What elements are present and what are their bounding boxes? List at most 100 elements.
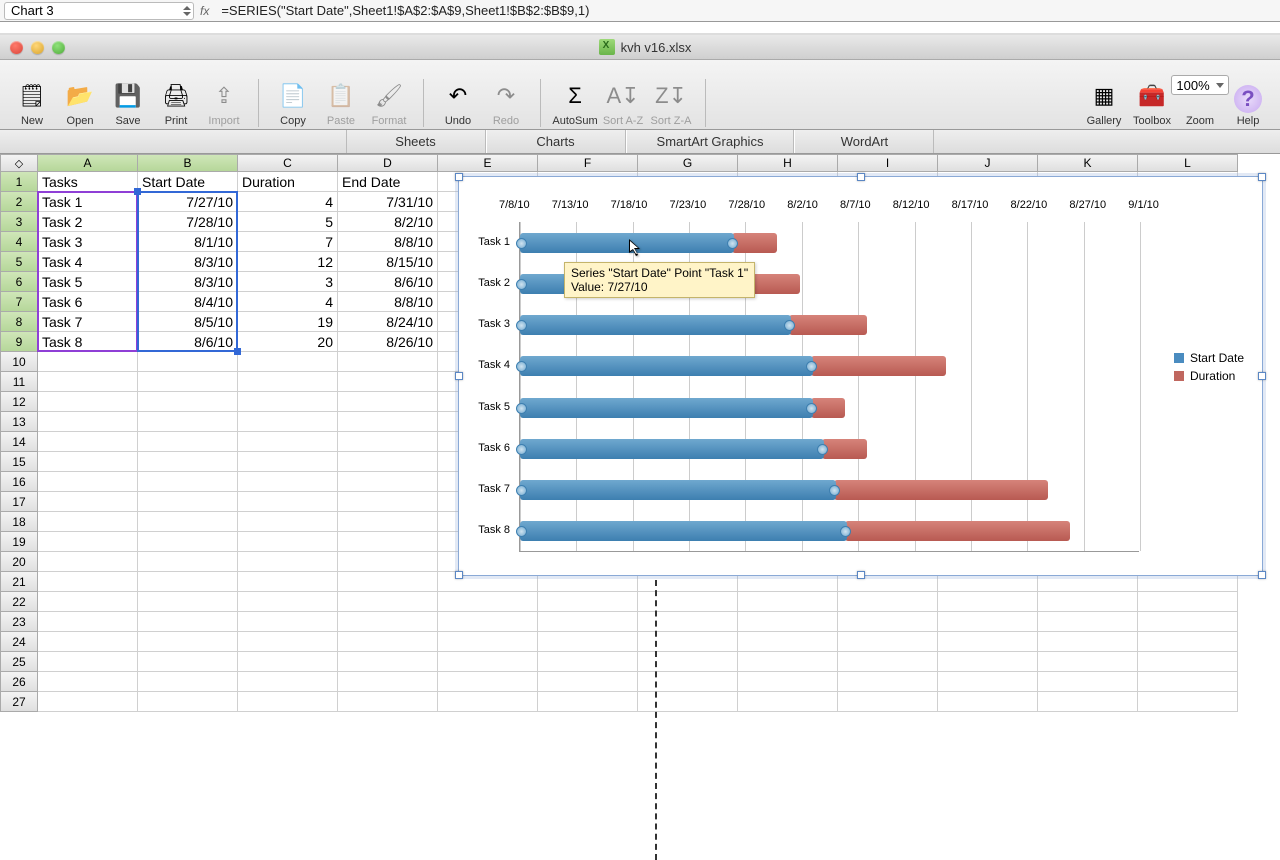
cell[interactable] (338, 612, 438, 632)
row-header[interactable]: 16 (0, 472, 38, 492)
row-header[interactable]: 19 (0, 532, 38, 552)
new-button[interactable]: 🗒New (8, 79, 56, 127)
cell[interactable] (138, 472, 238, 492)
row-header[interactable]: 1 (0, 172, 38, 192)
tab-wordart[interactable]: WordArt (794, 130, 934, 153)
cell[interactable] (338, 432, 438, 452)
row-header[interactable]: 17 (0, 492, 38, 512)
gantt-bar-row[interactable] (520, 521, 1140, 541)
cell[interactable]: Task 5 (38, 272, 138, 292)
cell[interactable] (338, 372, 438, 392)
cell[interactable] (38, 432, 138, 452)
cell[interactable] (238, 652, 338, 672)
gantt-bar-row[interactable] (520, 439, 1140, 459)
cell[interactable] (238, 512, 338, 532)
cell[interactable] (238, 452, 338, 472)
row-header[interactable]: 4 (0, 232, 38, 252)
cell[interactable] (38, 552, 138, 572)
embedded-chart[interactable]: 7/8/107/13/107/18/107/23/107/28/108/2/10… (458, 176, 1263, 576)
cell[interactable]: 8/26/10 (338, 332, 438, 352)
cell[interactable]: 8/8/10 (338, 292, 438, 312)
cell[interactable] (238, 392, 338, 412)
cell[interactable] (338, 452, 438, 472)
bar-start-date[interactable] (520, 233, 734, 253)
cell[interactable] (338, 692, 438, 712)
cell[interactable] (338, 492, 438, 512)
cell[interactable] (338, 392, 438, 412)
cell[interactable]: 4 (238, 292, 338, 312)
fx-icon[interactable]: fx (200, 4, 209, 18)
cell[interactable] (38, 692, 138, 712)
cell[interactable] (238, 572, 338, 592)
cell[interactable]: Task 6 (38, 292, 138, 312)
cell[interactable]: 7/31/10 (338, 192, 438, 212)
cell[interactable] (138, 632, 238, 652)
select-all-corner[interactable]: ◇ (0, 154, 38, 172)
cell[interactable]: 8/8/10 (338, 232, 438, 252)
column-header[interactable]: D (338, 154, 438, 172)
cell[interactable] (138, 512, 238, 532)
cell[interactable] (338, 472, 438, 492)
cell[interactable] (838, 652, 938, 672)
row-header[interactable]: 11 (0, 372, 38, 392)
cell[interactable] (1138, 592, 1238, 612)
close-window-icon[interactable] (10, 41, 23, 54)
row-header[interactable]: 23 (0, 612, 38, 632)
cell[interactable]: 4 (238, 192, 338, 212)
gantt-bar-row[interactable] (520, 233, 1140, 253)
row-header[interactable]: 7 (0, 292, 38, 312)
row-header[interactable]: 26 (0, 672, 38, 692)
formula-bar[interactable]: =SERIES("Start Date",Sheet1!$A$2:$A$9,Sh… (215, 3, 1280, 18)
cell[interactable] (338, 652, 438, 672)
cell[interactable] (38, 652, 138, 672)
cell[interactable] (38, 412, 138, 432)
cell[interactable] (238, 552, 338, 572)
column-header[interactable]: G (638, 154, 738, 172)
column-header[interactable]: K (1038, 154, 1138, 172)
cell[interactable] (938, 632, 1038, 652)
chart-resize-handle[interactable] (455, 173, 463, 181)
row-header[interactable]: 27 (0, 692, 38, 712)
column-header[interactable]: A (38, 154, 138, 172)
cell[interactable] (1138, 652, 1238, 672)
cell[interactable] (238, 472, 338, 492)
bar-duration[interactable] (789, 315, 868, 335)
cell[interactable]: 20 (238, 332, 338, 352)
chart-resize-handle[interactable] (857, 571, 865, 579)
cell[interactable]: 8/5/10 (138, 312, 238, 332)
row-header[interactable]: 22 (0, 592, 38, 612)
cell[interactable]: Duration (238, 172, 338, 192)
cell[interactable] (438, 612, 538, 632)
column-header[interactable]: H (738, 154, 838, 172)
tab-sheets[interactable]: Sheets (346, 130, 486, 153)
chart-resize-handle[interactable] (1258, 173, 1266, 181)
cell[interactable] (638, 612, 738, 632)
cell[interactable] (738, 652, 838, 672)
undo-button[interactable]: ↶Undo (434, 79, 482, 127)
bar-duration[interactable] (811, 356, 946, 376)
cell[interactable] (38, 492, 138, 512)
bar-duration[interactable] (834, 480, 1048, 500)
copy-button[interactable]: 📄Copy (269, 79, 317, 127)
cell[interactable] (1138, 612, 1238, 632)
cell[interactable]: 8/2/10 (338, 212, 438, 232)
cell[interactable] (738, 592, 838, 612)
bar-start-date[interactable] (520, 356, 813, 376)
cell[interactable]: 3 (238, 272, 338, 292)
cell[interactable] (38, 452, 138, 472)
cell[interactable]: Start Date (138, 172, 238, 192)
cell[interactable] (538, 632, 638, 652)
column-header[interactable]: B (138, 154, 238, 172)
cell[interactable] (538, 592, 638, 612)
cell[interactable] (938, 672, 1038, 692)
cell[interactable] (438, 632, 538, 652)
cell[interactable]: 8/4/10 (138, 292, 238, 312)
row-header[interactable]: 21 (0, 572, 38, 592)
cell[interactable] (138, 492, 238, 512)
cell[interactable] (138, 612, 238, 632)
cell[interactable]: Task 7 (38, 312, 138, 332)
cell[interactable] (38, 372, 138, 392)
row-header[interactable]: 13 (0, 412, 38, 432)
selection-handle[interactable] (234, 348, 241, 355)
cell[interactable] (338, 532, 438, 552)
